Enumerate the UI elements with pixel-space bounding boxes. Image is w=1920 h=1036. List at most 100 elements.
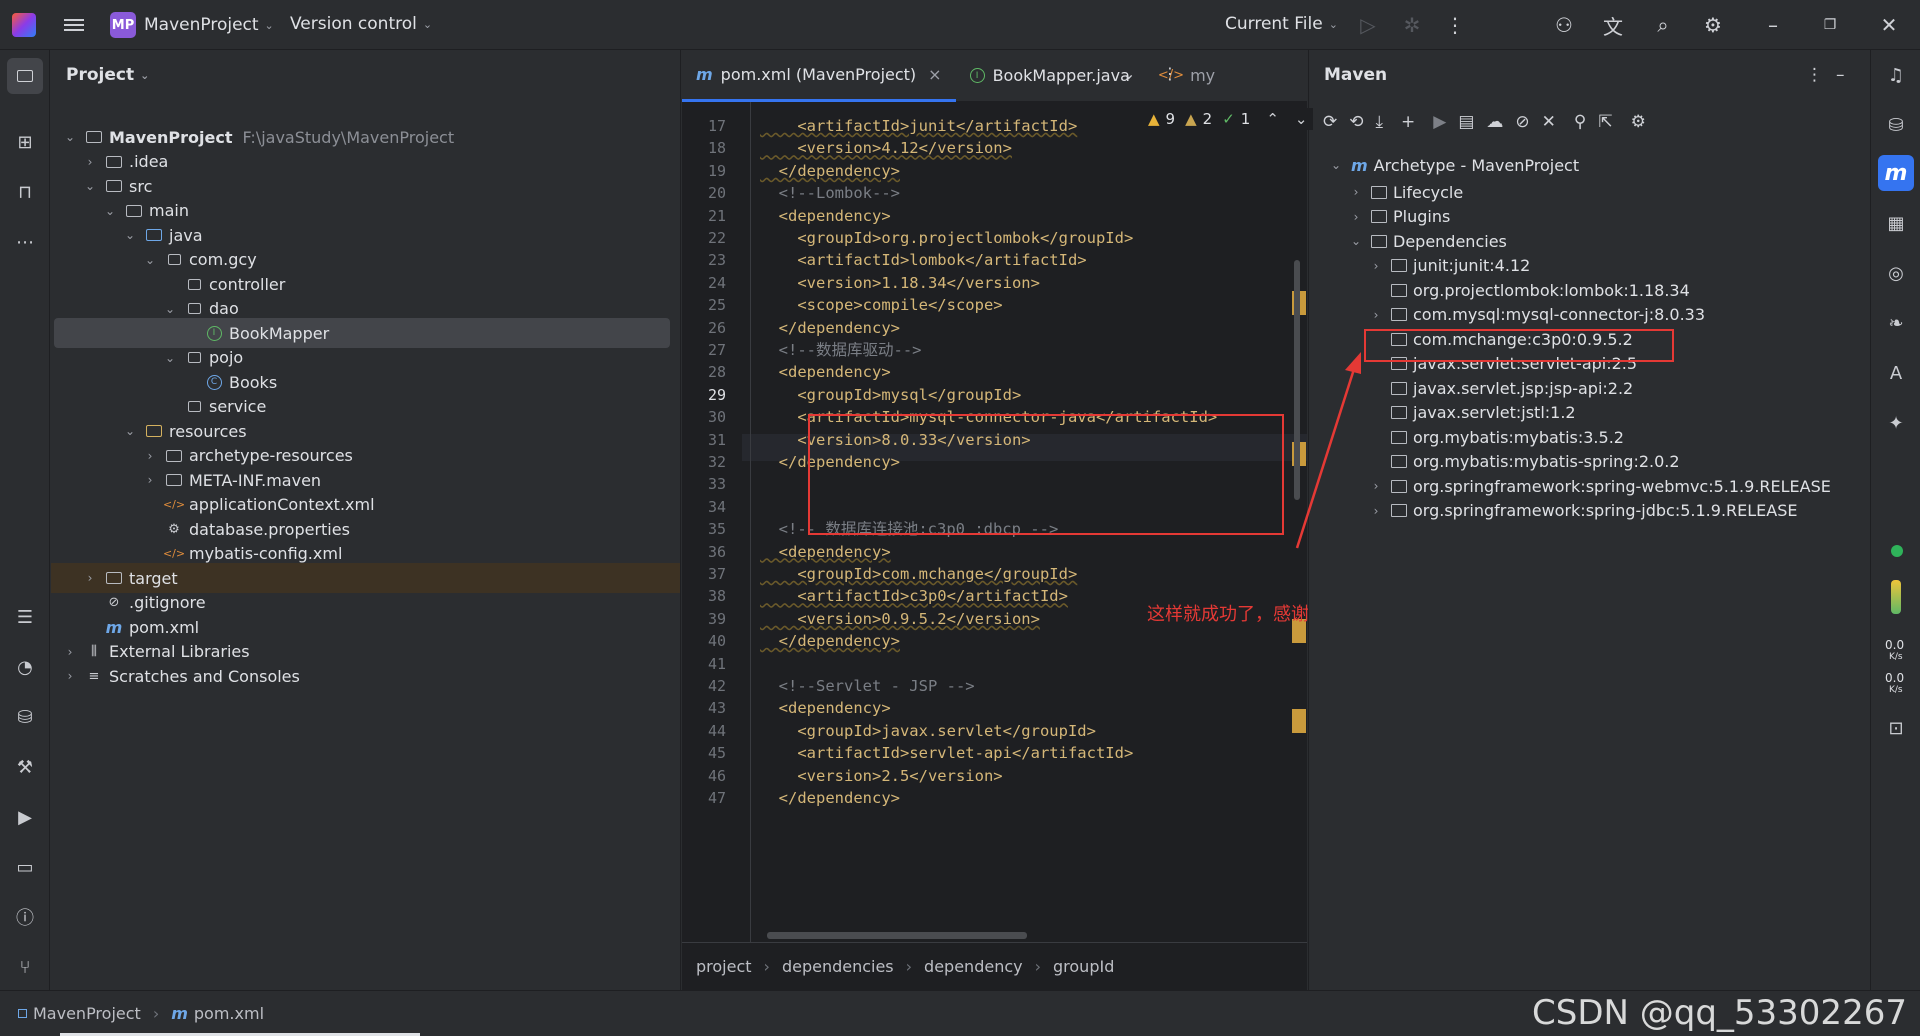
main-menu-icon[interactable]: [62, 13, 86, 37]
run-icon[interactable]: ▶: [1433, 112, 1446, 142]
inspection-widget[interactable]: ▲ 9 ▲ 2 ✓ 1 ⌃ ⌄: [1142, 108, 1314, 130]
more-options-icon[interactable]: ⋮: [1442, 12, 1468, 38]
chevron-down-icon[interactable]: ⌄: [103, 204, 117, 218]
chevron-down-icon[interactable]: ⌄: [63, 130, 77, 144]
net-up-unit: K/s: [1889, 652, 1903, 662]
status-project[interactable]: MavenProject: [33, 1004, 141, 1023]
chevron-right-icon[interactable]: ›: [83, 155, 97, 169]
horizontal-scrollbar[interactable]: [767, 932, 1027, 939]
search-icon[interactable]: ⌕: [1650, 12, 1676, 38]
minimize-icon[interactable]: –: [1760, 12, 1786, 38]
chevron-down-icon[interactable]: ⌄: [123, 424, 137, 438]
chevron-down-icon[interactable]: ⌄: [83, 179, 97, 193]
chevron-right-icon[interactable]: ›: [1349, 210, 1363, 224]
ai-assistant-icon[interactable]: ✦: [1883, 410, 1909, 436]
maven-options-icon[interactable]: ⋮: [1806, 65, 1823, 85]
chevron-down-icon[interactable]: ⌄: [163, 351, 177, 365]
chevron-right-icon[interactable]: ›: [1369, 259, 1383, 273]
maven-settings-icon[interactable]: ⚙: [1631, 112, 1646, 142]
chevron-right-icon[interactable]: ›: [1369, 479, 1383, 493]
tab-pom-xml[interactable]: m pom.xml (MavenProject) ×: [682, 50, 956, 102]
settings-icon[interactable]: ⚙: [1700, 12, 1726, 38]
chevron-right-icon[interactable]: ›: [143, 473, 157, 487]
sonar-icon[interactable]: ▦: [1883, 210, 1909, 236]
translation-panel-icon[interactable]: A: [1883, 360, 1909, 386]
next-highlight-icon[interactable]: ⌄: [1295, 110, 1308, 128]
download-icon[interactable]: ⤓: [1376, 112, 1384, 142]
library-icon: [1391, 406, 1407, 419]
chevron-right-icon[interactable]: ›: [63, 645, 77, 659]
project-tree-item[interactable]: › ≡ Scratches and Consoles: [63, 661, 300, 691]
git-tool-icon[interactable]: ⑂: [11, 953, 39, 981]
status-file[interactable]: pom.xml: [194, 1004, 264, 1023]
terminal-tool-icon[interactable]: ▭: [11, 853, 39, 881]
version-control-menu[interactable]: Version control ⌄: [290, 14, 432, 34]
camera-icon[interactable]: ⊡: [1883, 715, 1909, 741]
chevron-down-icon[interactable]: ⌄: [163, 302, 177, 316]
debug-icon[interactable]: ✲: [1399, 12, 1425, 38]
structure-tool-icon[interactable]: ⊞: [11, 128, 39, 156]
chevron-down-icon[interactable]: ⌄: [123, 228, 137, 242]
project-tree-item[interactable]: I BookMapper: [54, 318, 670, 348]
chevron-right-icon[interactable]: ›: [63, 669, 77, 683]
tabs-more-icon[interactable]: ⋮: [1162, 64, 1178, 83]
close-window-icon[interactable]: ✕: [1876, 12, 1902, 38]
build-tool-icon[interactable]: ⚒: [11, 753, 39, 781]
chevron-right-icon[interactable]: ›: [1369, 308, 1383, 322]
database-icon[interactable]: ⛁: [1883, 112, 1909, 138]
chevron-down-icon[interactable]: ⌄: [1349, 234, 1363, 248]
version-control-label: Version control: [290, 14, 417, 34]
weak-warnings-count: 2: [1202, 110, 1213, 128]
skip-tests-icon[interactable]: ⊘: [1515, 112, 1529, 142]
chevron-down-icon[interactable]: ⌄: [143, 253, 157, 267]
restore-icon[interactable]: ❐: [1817, 12, 1843, 38]
breadcrumb-item[interactable]: dependencies: [782, 957, 894, 976]
run-config-selector[interactable]: Current File ⌄: [1225, 14, 1338, 34]
bookmarks-tool-icon[interactable]: ⊓: [11, 178, 39, 206]
maven-tree-item[interactable]: › org.springframework:spring-jdbc:5.1.9.R…: [1369, 496, 1798, 526]
tabs-dropdown-icon[interactable]: ⌄: [1122, 64, 1135, 83]
breadcrumb-item[interactable]: dependency: [924, 957, 1023, 976]
collapse-icon[interactable]: ✕: [1542, 112, 1556, 142]
endpoints-icon[interactable]: ◎: [1883, 260, 1909, 286]
project-panel-header[interactable]: Project ⌄: [51, 50, 680, 100]
project-tool-icon[interactable]: [7, 58, 43, 94]
profiler-tool-icon[interactable]: ◔: [11, 653, 39, 681]
hide-panel-icon[interactable]: –: [1836, 65, 1845, 85]
more-tools-icon[interactable]: ⋯: [11, 228, 39, 256]
close-tab-icon[interactable]: ×: [928, 65, 941, 84]
dependency-analyzer-icon[interactable]: ⚲: [1574, 112, 1586, 142]
chevron-right-icon[interactable]: ›: [1349, 185, 1363, 199]
maven-root[interactable]: ⌄ m Archetype - MavenProject: [1329, 150, 1579, 180]
chevron-right-icon[interactable]: ›: [1369, 504, 1383, 518]
chevron-right-icon[interactable]: ›: [83, 571, 97, 585]
app-logo-icon[interactable]: [12, 13, 36, 37]
todo-tool-icon[interactable]: ☰: [11, 603, 39, 631]
database-tool-icon[interactable]: ⛁: [11, 703, 39, 731]
translate-icon[interactable]: 文: [1600, 12, 1626, 39]
leaf-icon[interactable]: ❧: [1883, 310, 1909, 336]
tab-bookmapper[interactable]: I BookMapper.java: [956, 50, 1144, 102]
maven-icon: m: [696, 64, 713, 84]
services-tool-icon[interactable]: ▶: [11, 803, 39, 831]
offline-mode-icon[interactable]: ☁: [1486, 112, 1503, 142]
maven-tool-icon[interactable]: m: [1878, 155, 1914, 191]
breadcrumb-item[interactable]: groupId: [1053, 957, 1114, 976]
reload-icon[interactable]: ⟳: [1323, 112, 1337, 142]
maven-item-label: Plugins: [1393, 207, 1451, 226]
project-switcher[interactable]: MP MavenProject ⌄: [110, 12, 274, 38]
notifications-icon[interactable]: ♫: [1883, 62, 1909, 88]
chevron-right-icon[interactable]: ›: [143, 449, 157, 463]
code-line: </dependency>: [760, 632, 900, 651]
class-icon: C: [205, 374, 223, 390]
account-icon[interactable]: ⚇: [1551, 12, 1577, 38]
previous-highlight-icon[interactable]: ⌃: [1266, 110, 1279, 128]
problems-tool-icon[interactable]: ⓘ: [11, 903, 39, 931]
add-icon[interactable]: +: [1401, 112, 1415, 142]
show-diagram-icon[interactable]: ⇱: [1598, 112, 1612, 142]
tab-my[interactable]: </> my: [1144, 50, 1229, 102]
reload-folder-icon[interactable]: ⟲: [1349, 112, 1363, 142]
execute-goal-icon[interactable]: ▤: [1458, 112, 1474, 142]
breadcrumb-item[interactable]: project: [696, 957, 752, 976]
run-icon[interactable]: ▷: [1355, 12, 1381, 38]
